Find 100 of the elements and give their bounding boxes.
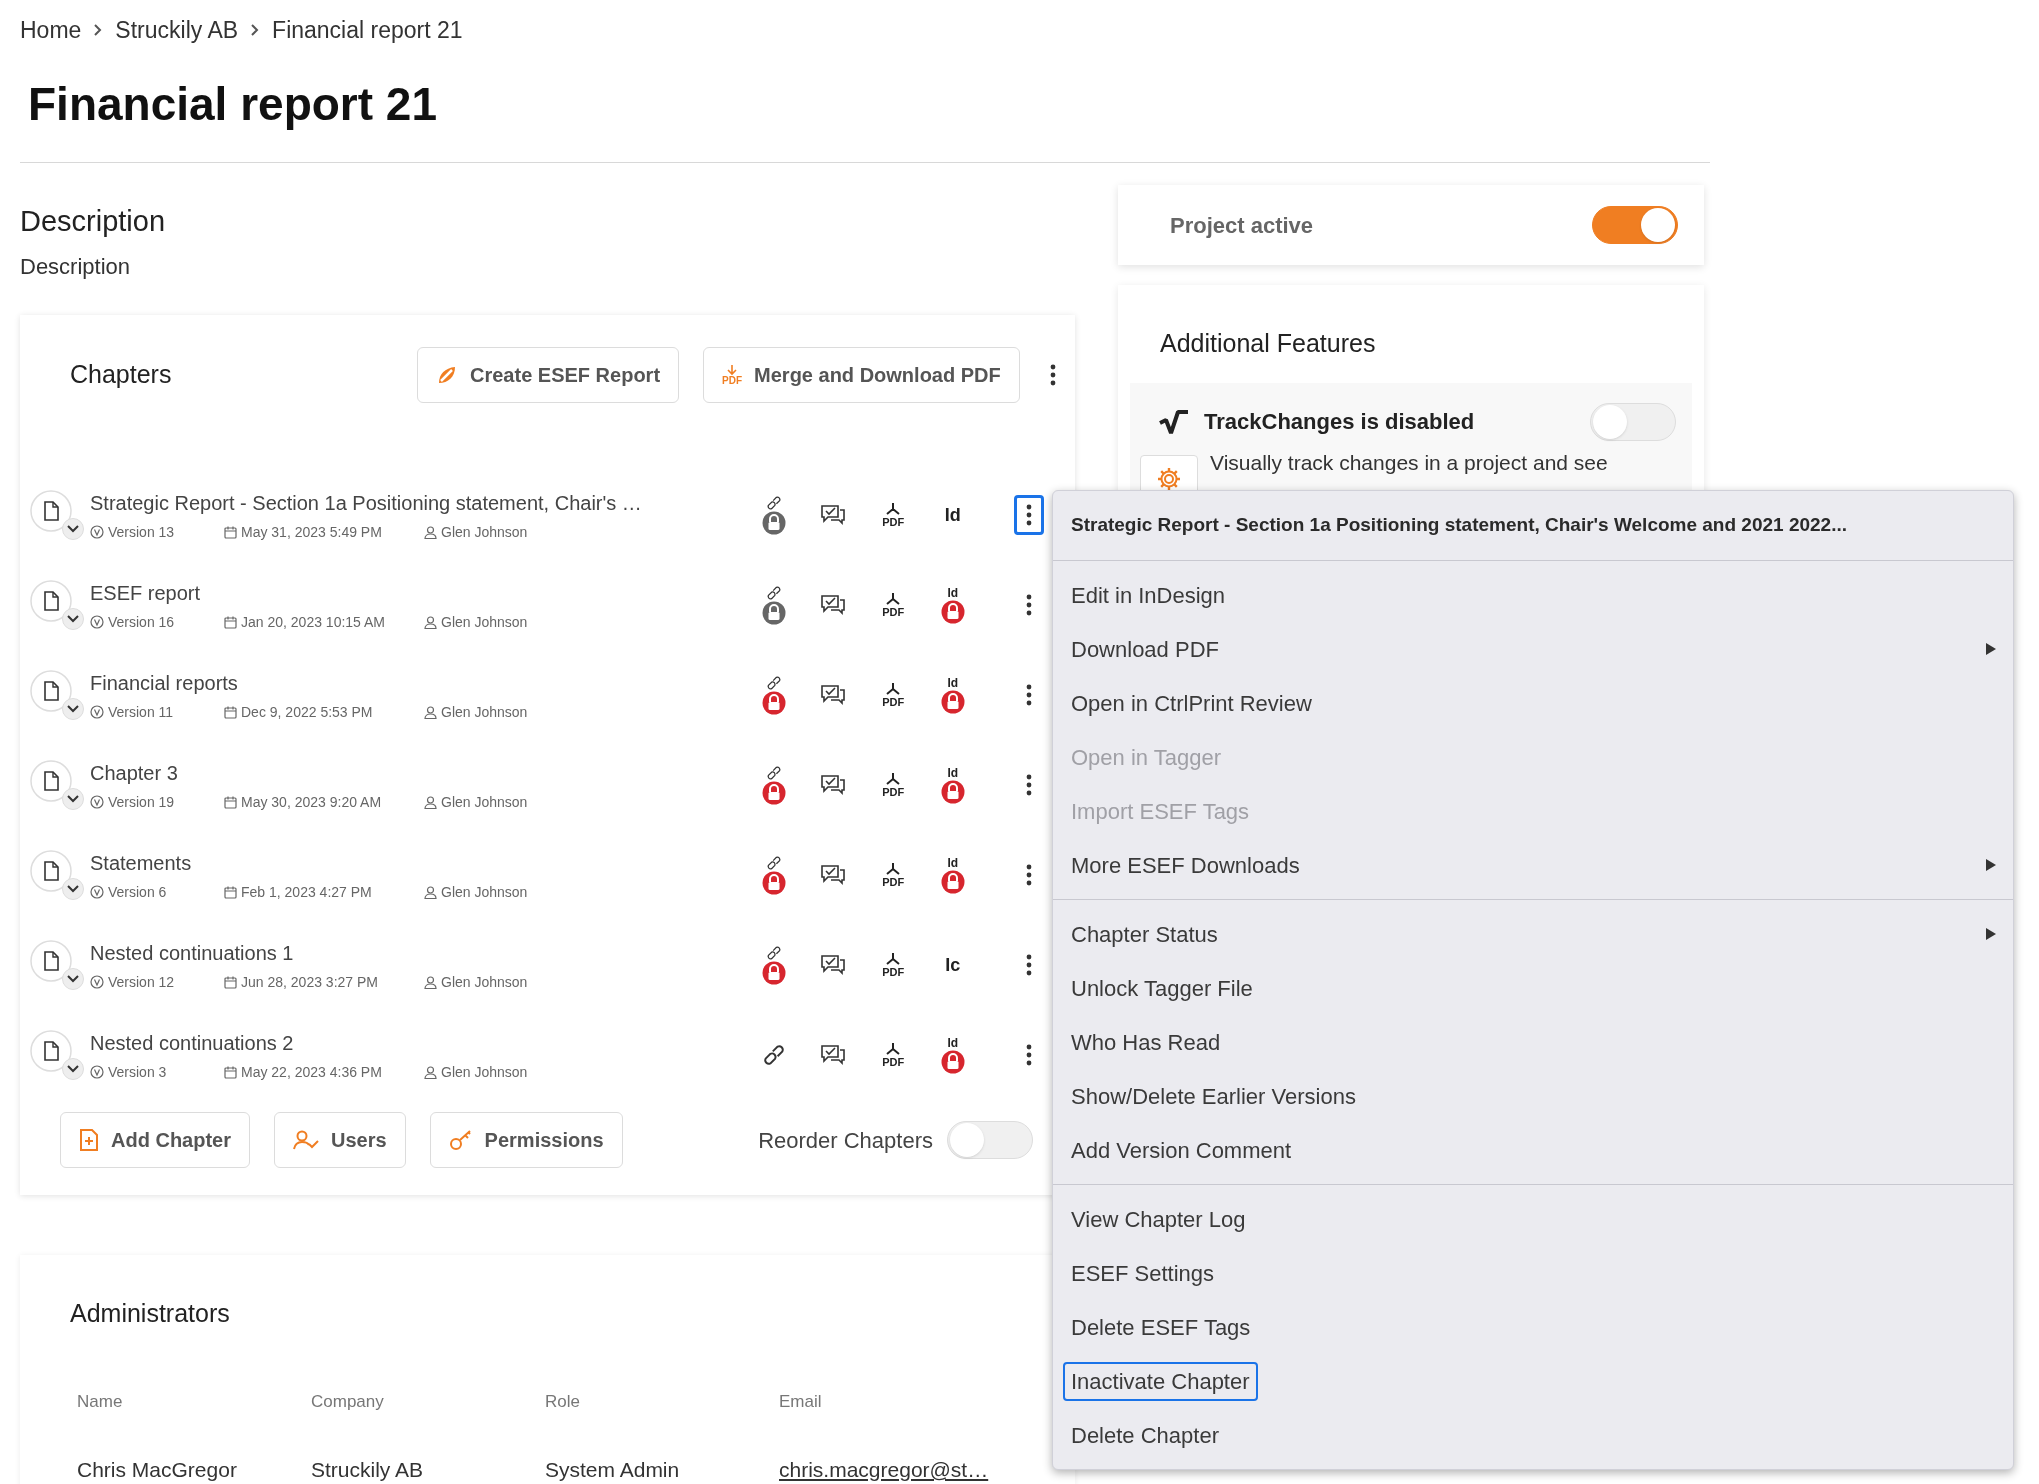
column-header: Role [545, 1390, 581, 1413]
comments-icon [820, 1044, 847, 1066]
comments-icon [820, 504, 847, 526]
pdf-icon[interactable]: PDF [882, 772, 905, 798]
date-text: May 30, 2023 9:20 AM [241, 793, 382, 812]
link-icon [765, 675, 782, 691]
user-icon [424, 525, 437, 539]
action-button[interactable]: Create ESEF Report [417, 347, 680, 403]
calendar-icon [224, 975, 237, 989]
breadcrumb-link[interactable]: Struckily AB [115, 12, 239, 48]
version-icon [90, 525, 104, 539]
project-active-toggle[interactable] [1592, 206, 1678, 244]
document-icon [30, 940, 72, 982]
chevron-down-icon [67, 525, 79, 533]
chapter-title[interactable]: Financial reports [90, 668, 744, 698]
table-cell-text: System Admin [545, 1457, 681, 1483]
expand-button[interactable] [62, 1058, 84, 1080]
menu-item[interactable]: Show/Delete Earlier Versions [1063, 1076, 1364, 1116]
chapter-title[interactable]: Statements [90, 848, 744, 878]
pdf-icon[interactable]: PDF [882, 502, 905, 528]
action-button[interactable]: PDF Merge and Download PDF [703, 347, 1020, 403]
author-text: Glen Johnson [441, 883, 528, 902]
author-text: Glen Johnson [441, 1063, 528, 1082]
chapter-title[interactable]: Nested continuations 1 [90, 938, 744, 968]
footer-button[interactable]: Permissions [429, 1112, 623, 1168]
document-icon [30, 580, 72, 622]
feature-toggle[interactable] [1590, 402, 1676, 441]
more-vertical-icon [1025, 684, 1032, 706]
version-icon [90, 795, 104, 809]
expand-button[interactable] [62, 518, 84, 540]
more-vertical-icon [1025, 504, 1032, 526]
version-text: Version 11 [108, 703, 174, 722]
menu-item[interactable]: ESEF Settings [1063, 1253, 1223, 1293]
expand-button[interactable] [62, 608, 84, 630]
id-label: Id [947, 766, 959, 780]
footer-button[interactable]: Users [274, 1112, 406, 1168]
menu-item[interactable]: Open in CtrlPrint Review [1063, 683, 1320, 723]
version-icon [90, 975, 104, 989]
menu-item[interactable]: Add Version Comment [1063, 1130, 1300, 1170]
user-icon [424, 885, 437, 899]
chapter-title[interactable]: Strategic Report - Section 1a Positioning statement, Chair's … [90, 488, 744, 518]
comments-icon [820, 594, 847, 616]
column-header: Email [779, 1390, 823, 1413]
document-icon [30, 490, 72, 532]
feature-title: TrackChanges is disabled [1204, 408, 1476, 436]
version-icon [90, 885, 104, 899]
breadcrumb-link[interactable]: Home [20, 12, 82, 48]
comments-icon [820, 774, 847, 796]
breadcrumb-link[interactable]: Financial report 21 [272, 12, 463, 48]
comments-icon [820, 864, 847, 886]
chapter-title[interactable]: ESEF report [90, 578, 744, 608]
chapter-title[interactable]: Nested continuations 2 [90, 1028, 744, 1058]
expand-button[interactable] [62, 788, 84, 810]
user-check-icon [293, 1129, 319, 1151]
leaf-icon [436, 364, 458, 386]
menu-item[interactable]: Edit in InDesign [1063, 575, 1234, 615]
pdf-download-icon: PDF [722, 364, 743, 386]
more-vertical-icon [1025, 954, 1032, 976]
more-vertical-icon [1025, 594, 1032, 616]
pdf-icon[interactable]: PDF [882, 682, 905, 708]
pdf-icon[interactable]: PDF [882, 862, 905, 888]
menu-item[interactable]: More ESEF Downloads [1063, 845, 1308, 885]
author-text: Glen Johnson [441, 973, 528, 992]
menu-item[interactable]: Chapter Status [1063, 914, 1226, 954]
table-cell-text: Chris MacGregor [77, 1457, 238, 1483]
email-link[interactable]: chris.macgregor@st… [779, 1454, 1013, 1484]
menu-item[interactable]: Unlock Tagger File [1063, 968, 1261, 1008]
reorder-toggle[interactable] [947, 1121, 1033, 1159]
arrow-down-icon [726, 364, 739, 376]
expand-button[interactable] [62, 698, 84, 720]
column-header: Company [311, 1390, 385, 1413]
menu-item[interactable]: Download PDF [1063, 629, 1227, 669]
toggle-label: Project active [1170, 211, 1315, 240]
pdf-icon[interactable]: PDF [882, 592, 905, 618]
footer-button[interactable]: Add Chapter [60, 1112, 250, 1168]
version-text: Version 19 [108, 793, 175, 812]
pdf-icon[interactable]: PDF [882, 952, 905, 978]
menu-item[interactable]: Inactivate Chapter [1063, 1361, 1258, 1401]
user-icon [424, 705, 437, 719]
calendar-icon [224, 615, 237, 629]
expand-button[interactable] [62, 878, 84, 900]
link-icon [765, 585, 782, 601]
menu-item[interactable]: View Chapter Log [1063, 1199, 1254, 1239]
id-label: Ic [945, 953, 961, 977]
calendar-icon [224, 1065, 237, 1079]
menu-item[interactable]: Who Has Read [1063, 1022, 1229, 1062]
more-button[interactable] [1013, 495, 1044, 535]
calendar-icon [224, 885, 237, 899]
version-icon [90, 1065, 104, 1079]
feature-description: Visually track changes in a project and see [1210, 449, 1608, 476]
document-icon [30, 1030, 72, 1072]
chevron-right-icon [250, 23, 261, 37]
chapter-title[interactable]: Chapter 3 [90, 758, 744, 788]
expand-button[interactable] [62, 968, 84, 990]
pdf-icon[interactable]: PDF [882, 1042, 905, 1068]
more-vertical-icon [1049, 364, 1056, 386]
menu-item[interactable]: Delete ESEF Tags [1063, 1307, 1259, 1347]
id-label: Id [947, 1036, 959, 1050]
menu-item[interactable]: Delete Chapter [1063, 1415, 1227, 1455]
card-heading: Administrators [70, 1298, 231, 1329]
